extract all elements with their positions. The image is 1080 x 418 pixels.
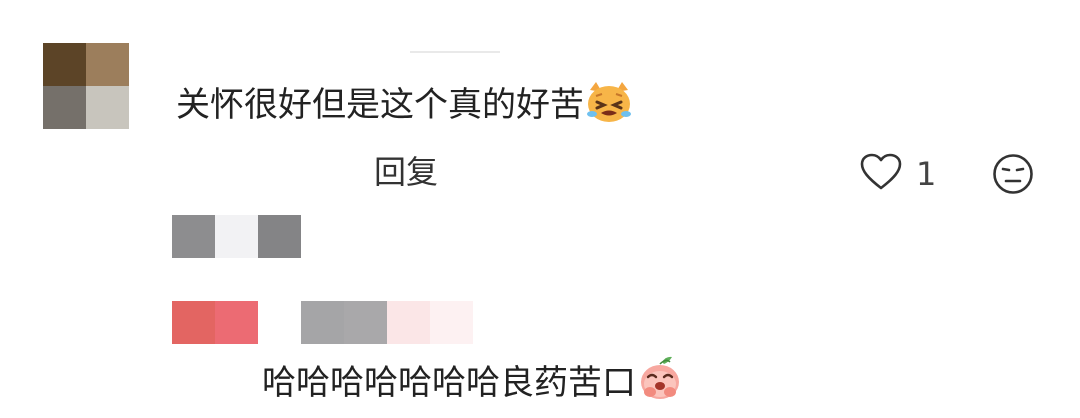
redacted-name-block (215, 215, 258, 258)
redacted-name-block (430, 301, 473, 344)
reply-text: 哈哈哈哈哈哈哈良药苦口 (262, 354, 684, 415)
like-count: 1 (916, 155, 937, 193)
reply-body: 哈哈哈哈哈哈哈良药苦口 (262, 363, 636, 403)
redacted-name-block (258, 215, 301, 258)
avatar-pixel (43, 86, 86, 129)
top-faint-artifact (410, 40, 500, 53)
avatar-pixel (86, 86, 129, 129)
avatar-pixel (86, 43, 129, 86)
heart-icon (860, 153, 902, 195)
avatar[interactable] (43, 43, 129, 129)
redacted-name-block (172, 301, 215, 344)
like-button[interactable]: 1 (860, 153, 936, 195)
redacted-name-block (215, 301, 258, 344)
redacted-name-block (344, 301, 387, 344)
redacted-name-block (301, 301, 344, 344)
reply-button[interactable]: 回复 (374, 150, 438, 194)
redacted-name-block (172, 215, 215, 258)
comment-text: 关怀很好但是这个真的好苦 (176, 80, 634, 137)
crying-cat-emoji-icon (584, 80, 634, 137)
peach-laughing-emoji-icon (636, 354, 684, 415)
neutral-face-icon[interactable] (992, 153, 1034, 199)
comment-body: 关怀很好但是这个真的好苦 (176, 85, 584, 125)
avatar-pixel (43, 43, 86, 86)
redacted-name-block (387, 301, 430, 344)
